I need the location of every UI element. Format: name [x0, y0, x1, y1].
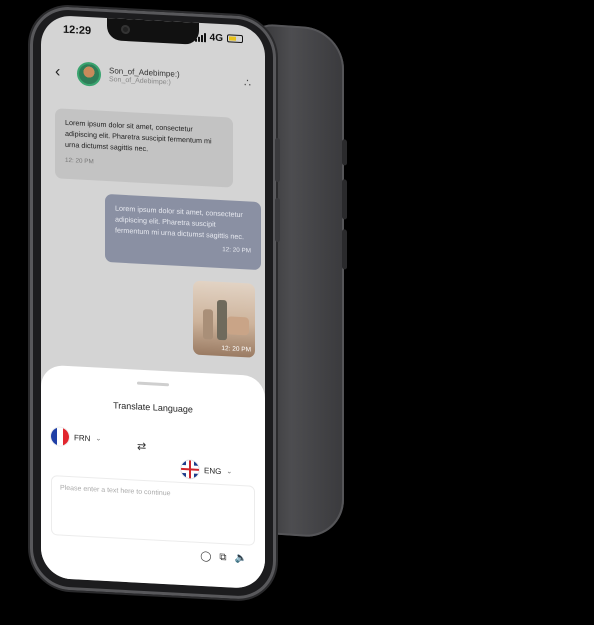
photo-detail — [203, 309, 213, 340]
target-language-select[interactable]: ENG ⌄ — [181, 459, 233, 481]
chevron-down-icon: ⌄ — [95, 435, 102, 443]
france-flag-icon — [51, 427, 69, 447]
message-time: 12: 20 PM — [65, 157, 94, 166]
input-tools: ◯ ⧉ 🔈 — [200, 551, 247, 564]
source-language-select[interactable]: FRN ⌄ — [51, 427, 101, 448]
sheet-drag-handle[interactable] — [137, 381, 169, 387]
back-phone-button — [342, 139, 347, 166]
phone-screen: 12:29 4G ‹ Son_of_Adebimpe:) Son_of_Adeb… — [41, 14, 265, 590]
speaker-icon[interactable]: 🔈 — [235, 553, 247, 565]
message-text: Lorem ipsum dolor sit amet, consectetur … — [65, 117, 212, 154]
status-time: 12:29 — [63, 23, 92, 38]
incoming-message-bubble[interactable]: Lorem ipsum dolor sit amet, consectetur … — [55, 108, 233, 188]
message-time: 12: 20 PM — [222, 246, 251, 256]
back-phone-button — [342, 179, 347, 220]
outgoing-message-bubble[interactable]: Lorem ipsum dolor sit amet, consectetur … — [105, 193, 261, 271]
back-arrow-icon[interactable]: ‹ — [55, 63, 71, 82]
status-bar: 12:29 4G — [41, 15, 265, 55]
photo-detail — [217, 299, 227, 341]
photo-detail — [227, 316, 249, 336]
network-label: 4G — [209, 31, 223, 44]
signal-icon — [194, 32, 206, 42]
battery-icon — [227, 34, 243, 44]
translate-text-input[interactable]: Please enter a text here to continue — [51, 475, 255, 546]
translate-sheet: Translate Language FRN ⌄ ⇄ ENG ⌄ Please … — [41, 364, 265, 590]
photo-message[interactable]: 12: 20 PM — [193, 280, 255, 358]
chevron-down-icon: ⌄ — [226, 468, 233, 476]
back-phone-button — [342, 229, 347, 270]
microphone-icon[interactable]: ◯ — [200, 551, 211, 563]
side-button — [275, 137, 280, 183]
target-language-label: ENG — [204, 465, 222, 476]
source-language-label: FRN — [74, 432, 91, 443]
contact-info[interactable]: Son_of_Adebimpe:) Son_of_Adebimpe:) — [109, 67, 180, 88]
phone-device: 12:29 4G ‹ Son_of_Adebimpe:) Son_of_Adeb… — [30, 5, 280, 601]
side-button — [275, 197, 280, 243]
avatar[interactable] — [77, 61, 101, 87]
photo-time: 12: 20 PM — [221, 345, 251, 354]
copy-icon[interactable]: ⧉ — [219, 552, 226, 563]
sheet-title: Translate Language — [113, 400, 193, 415]
uk-flag-icon — [181, 459, 199, 479]
status-indicators: 4G — [194, 31, 243, 45]
more-options-icon[interactable]: ∴ — [244, 76, 251, 89]
message-text: Lorem ipsum dolor sit amet, consectetur … — [115, 203, 245, 242]
chat-header: ‹ Son_of_Adebimpe:) Son_of_Adebimpe:) ∴ — [41, 55, 265, 101]
swap-languages-icon[interactable]: ⇄ — [137, 440, 146, 453]
